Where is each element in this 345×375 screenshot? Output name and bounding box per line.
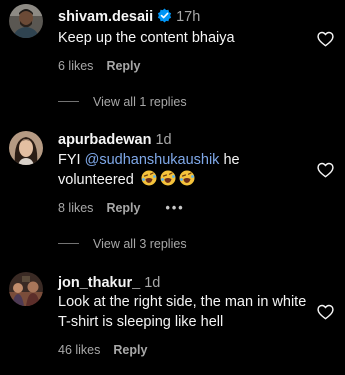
comment-text: Keep up the content bhaiya [58, 30, 235, 46]
heart-outline-icon[interactable] [317, 31, 334, 47]
likes-count[interactable]: 46 likes [58, 343, 100, 357]
rolling-on-floor-laughing-icon [160, 170, 176, 186]
avatar[interactable] [9, 4, 43, 38]
heart-outline-icon[interactable] [317, 162, 334, 178]
divider-line [58, 243, 79, 244]
mention-link[interactable]: @sudhanshukaushik [85, 152, 220, 168]
avatar[interactable] [9, 272, 43, 306]
comment-actions: 6 likes Reply [58, 58, 140, 74]
comment-text: FYI @sudhanshukaushik he volunteered [58, 150, 308, 190]
username[interactable]: shivam.desaii [58, 9, 153, 25]
view-replies-label: View all 1 replies [93, 95, 187, 109]
comment-text: Look at the right side, the man in white… [58, 294, 307, 330]
comment-header: apurbadewan 1d [58, 131, 172, 149]
username[interactable]: apurbadewan [58, 132, 151, 148]
comment-header: shivam.desaii 17h [58, 8, 200, 28]
comment-text-prefix: FYI [58, 152, 85, 168]
comment-actions: 8 likes Reply ••• [58, 200, 185, 216]
divider-line [58, 101, 79, 102]
reply-button[interactable]: Reply [106, 201, 140, 215]
username[interactable]: jon_thakur_ [58, 275, 140, 291]
rolling-on-floor-laughing-icon [179, 170, 195, 186]
view-replies-button[interactable]: View all 3 replies [58, 236, 187, 252]
reply-button[interactable]: Reply [113, 343, 147, 357]
rolling-on-floor-laughing-icon [141, 170, 157, 186]
view-replies-button[interactable]: View all 1 replies [58, 94, 187, 110]
reply-button[interactable]: Reply [106, 59, 140, 73]
likes-count[interactable]: 6 likes [58, 59, 93, 73]
heart-outline-icon[interactable] [317, 304, 334, 320]
view-replies-label: View all 3 replies [93, 237, 187, 251]
timestamp: 1d [155, 132, 172, 148]
timestamp: 17h [176, 9, 201, 25]
verified-badge-icon [157, 8, 172, 28]
avatar[interactable] [9, 131, 43, 165]
more-options-icon[interactable]: ••• [165, 201, 184, 215]
timestamp: 1d [144, 275, 161, 291]
comment-actions: 46 likes Reply [58, 342, 147, 358]
likes-count[interactable]: 8 likes [58, 201, 93, 215]
comment-header: jon_thakur_ 1d [58, 274, 160, 292]
